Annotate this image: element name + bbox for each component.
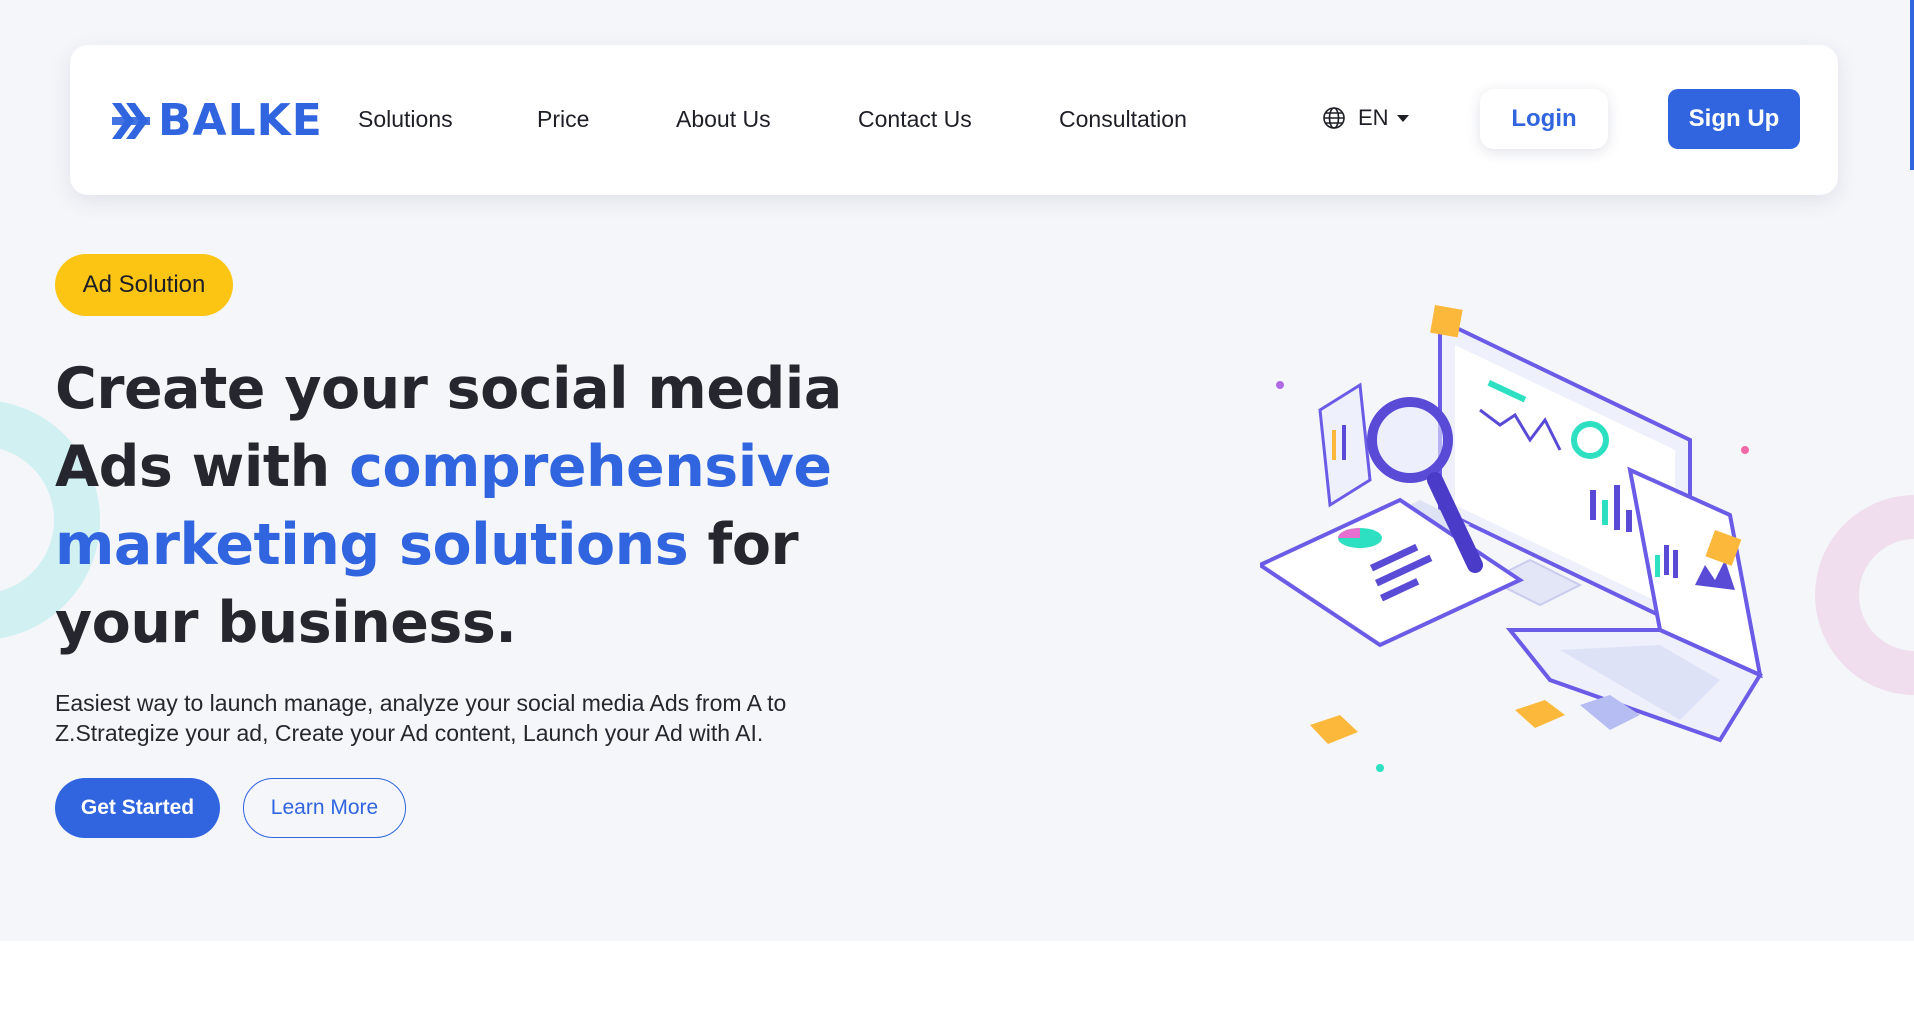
caret-down-icon (1396, 114, 1409, 122)
hero-section: BALKE Solutions Price About Us Contact U… (0, 0, 1914, 941)
hero-subtext: Easiest way to launch manage, analyze yo… (55, 690, 787, 746)
brand-name: BALKE (158, 95, 323, 146)
language-selector[interactable]: EN (1322, 105, 1409, 131)
nav-link-consultation[interactable]: Consultation (1059, 105, 1187, 133)
ad-solution-badge: Ad Solution (55, 254, 233, 316)
globe-icon (1323, 107, 1345, 129)
hero-headline: Create your social media Ads with compre… (55, 350, 955, 662)
learn-more-button[interactable]: Learn More (243, 778, 406, 838)
nav-link-solutions[interactable]: Solutions (358, 105, 453, 133)
language-label: EN (1358, 105, 1389, 130)
brand-logo[interactable]: BALKE (112, 99, 323, 143)
logo-mark-icon (112, 103, 150, 139)
nav-link-price[interactable]: Price (537, 105, 589, 133)
top-navbar: BALKE Solutions Price About Us Contact U… (70, 45, 1838, 195)
nav-link-contact-us[interactable]: Contact Us (858, 105, 972, 133)
login-button[interactable]: Login (1480, 89, 1608, 149)
nav-link-about-us[interactable]: About Us (676, 105, 771, 133)
scrollbar-thumb[interactable] (1910, 0, 1914, 170)
phone-illustration (1318, 382, 1372, 508)
get-started-button[interactable]: Get Started (55, 778, 220, 838)
analytics-illustration (1260, 304, 1763, 772)
signup-button[interactable]: Sign Up (1668, 89, 1800, 149)
